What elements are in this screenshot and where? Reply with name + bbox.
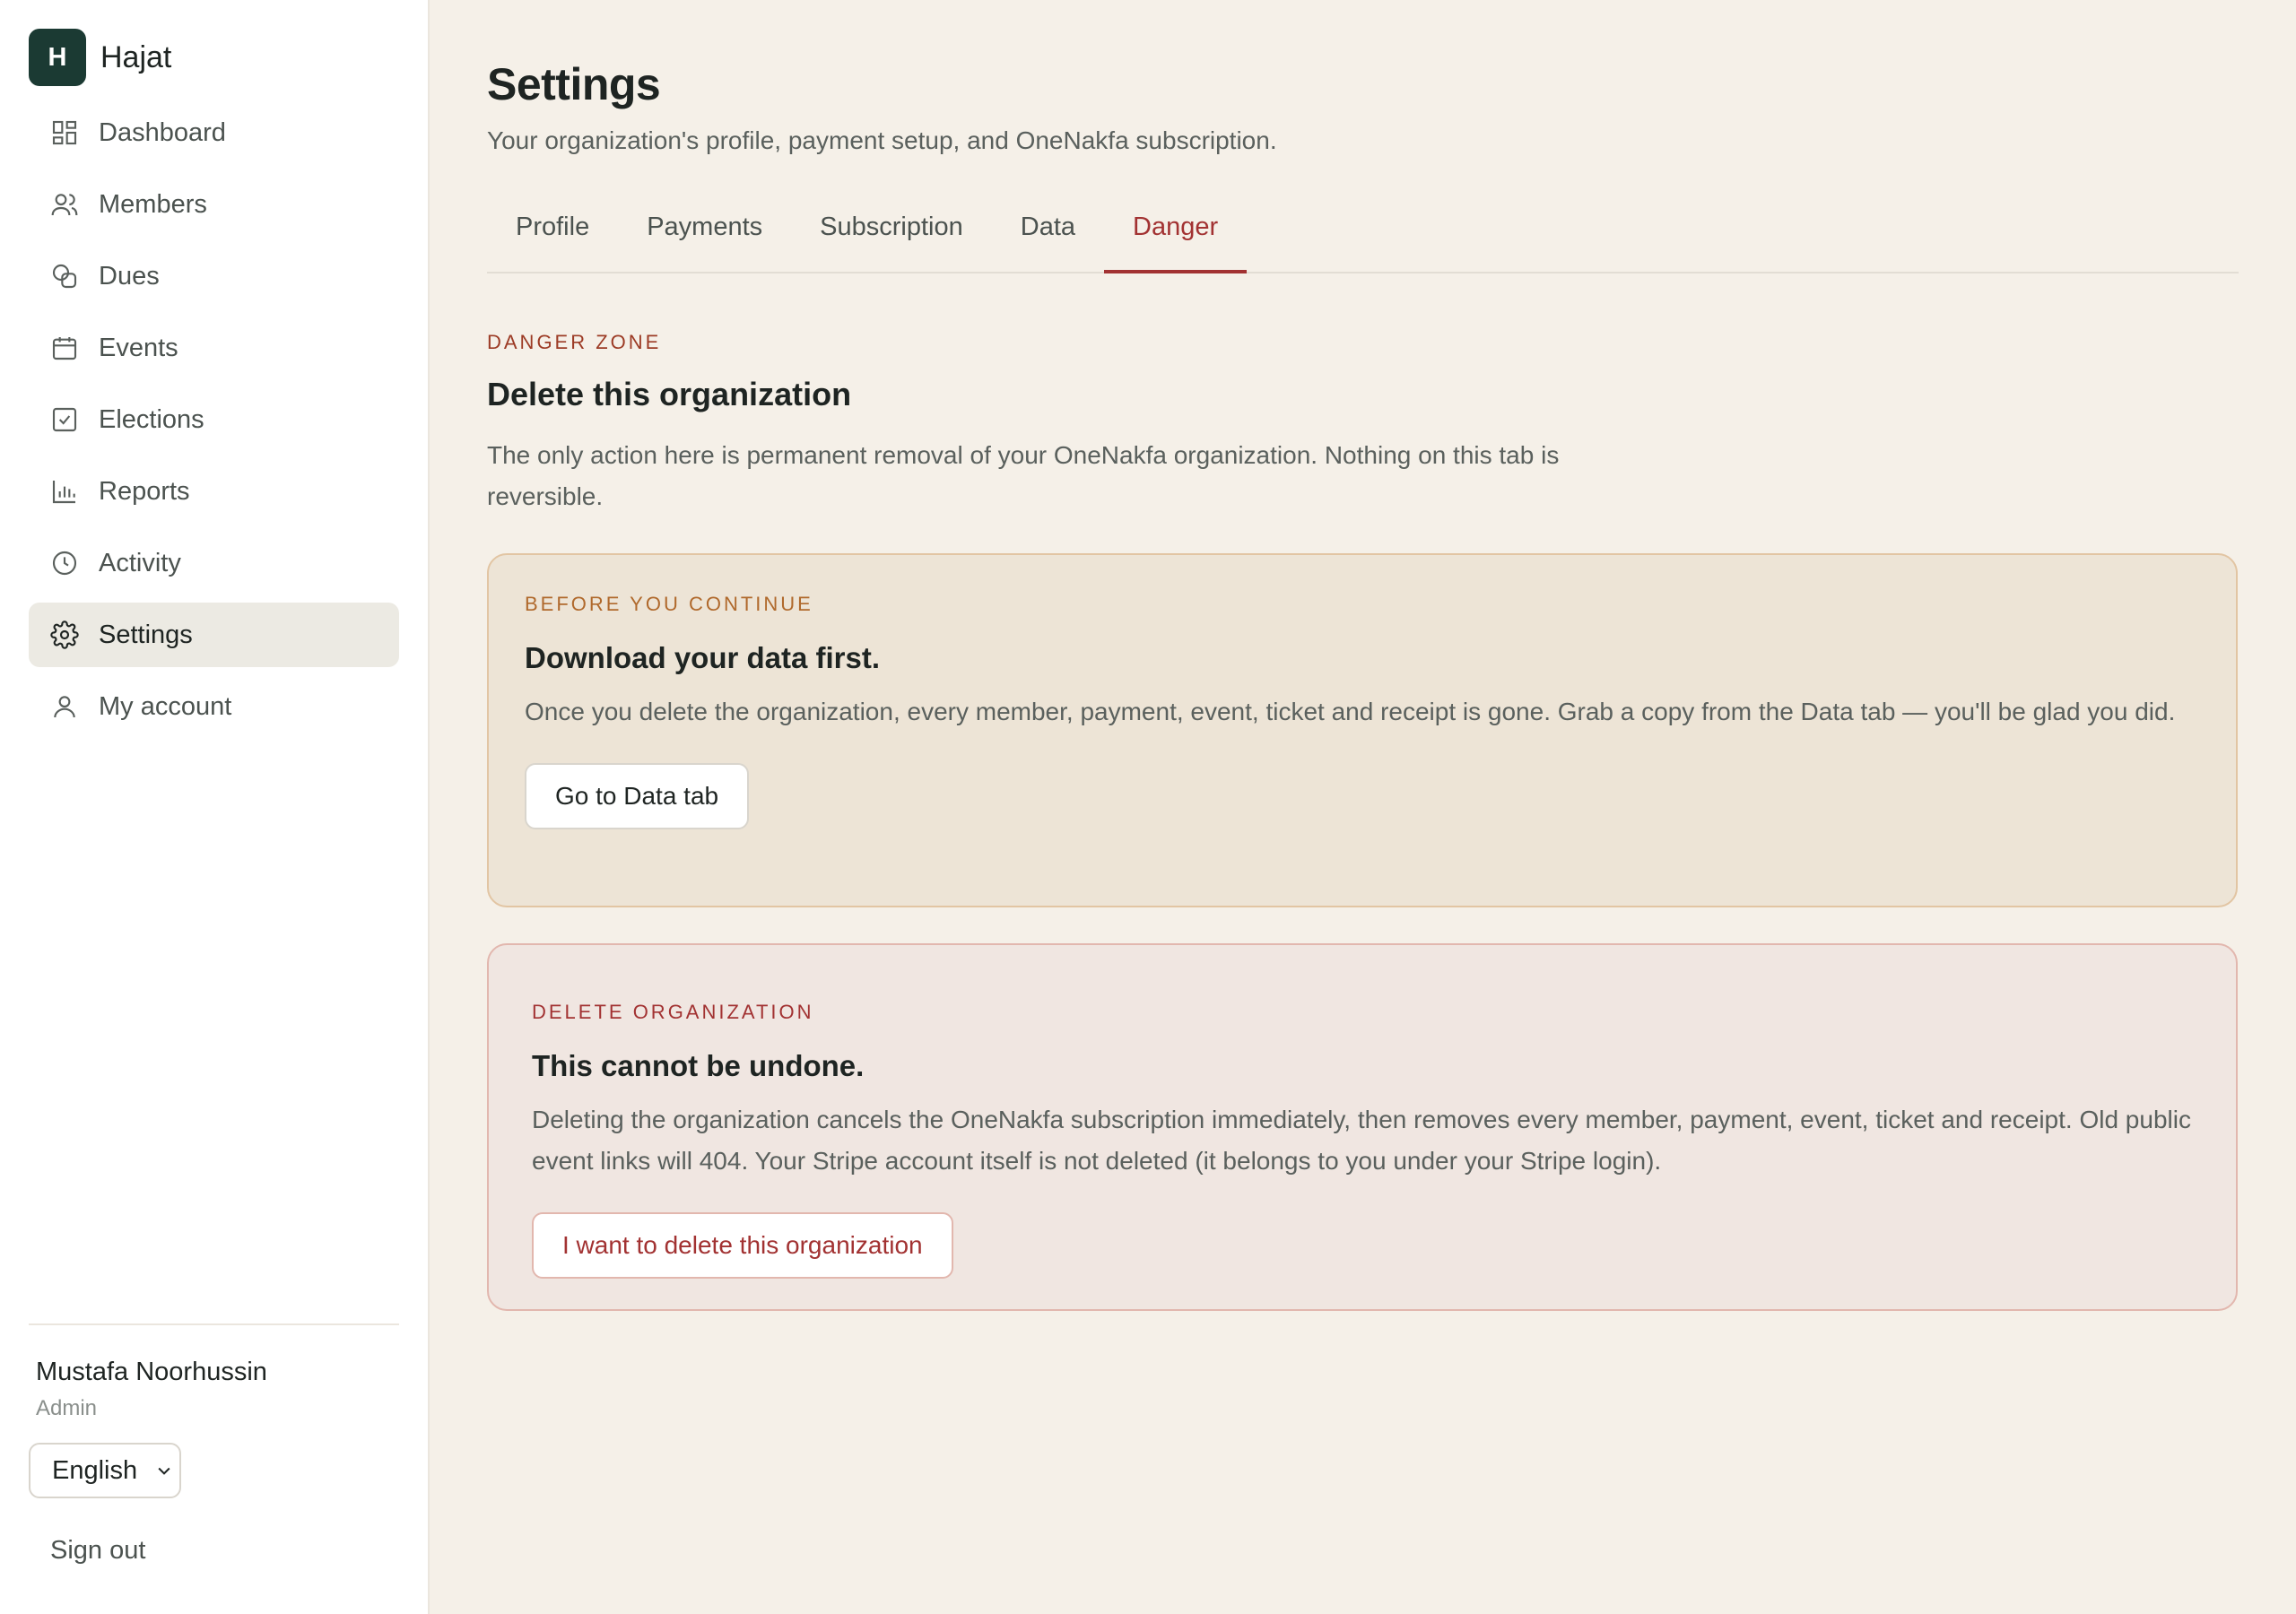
brand[interactable]: H Hajat: [29, 28, 399, 87]
brand-logo: H: [29, 29, 86, 86]
language-select[interactable]: English: [29, 1443, 181, 1498]
sidebar: H Hajat Dashboard Members Dues Events El…: [0, 0, 430, 1614]
tab-payments[interactable]: Payments: [618, 200, 791, 272]
gear-icon: [50, 620, 79, 649]
card-title: Download your data first.: [525, 641, 881, 674]
sidebar-item-label: Reports: [99, 476, 190, 506]
app-root: H Hajat Dashboard Members Dues Events El…: [0, 0, 2296, 1614]
delete-organization-button[interactable]: I want to delete this organization: [532, 1212, 953, 1279]
dues-icon: [50, 262, 79, 291]
tab-subscription[interactable]: Subscription: [791, 200, 992, 272]
sidebar-item-members[interactable]: Members: [29, 172, 399, 237]
sidebar-item-label: Elections: [99, 404, 204, 434]
sidebar-item-elections[interactable]: Elections: [29, 387, 399, 452]
clock-icon: [50, 549, 79, 577]
user-icon: [50, 692, 79, 721]
language-selected-value: English: [52, 1455, 138, 1485]
page-subtitle: Your organization's profile, payment set…: [487, 126, 1277, 154]
sidebar-footer: Mustafa Noorhussin Admin English Sign ou…: [29, 1323, 399, 1566]
sidebar-nav: Dashboard Members Dues Events Elections …: [29, 100, 399, 739]
brand-name: Hajat: [100, 39, 172, 74]
sidebar-item-label: Dues: [99, 261, 160, 291]
delete-organization-card: DELETE ORGANIZATION This cannot be undon…: [487, 943, 2238, 1311]
card-eyebrow: BEFORE YOU CONTINUE: [525, 593, 813, 615]
dashboard-icon: [50, 118, 79, 147]
go-to-data-tab-button[interactable]: Go to Data tab: [525, 763, 750, 829]
sidebar-item-dashboard[interactable]: Dashboard: [29, 100, 399, 165]
checkbox-icon: [50, 405, 79, 434]
card-description: Deleting the organization cancels the On…: [532, 1106, 2191, 1175]
sidebar-item-activity[interactable]: Activity: [29, 531, 399, 595]
danger-zone-description: The only action here is permanent remova…: [487, 441, 1560, 510]
sidebar-item-my-account[interactable]: My account: [29, 674, 399, 739]
user-role: Admin: [36, 1396, 98, 1420]
user-name: Mustafa Noorhussin: [36, 1358, 267, 1386]
sidebar-item-settings[interactable]: Settings: [29, 603, 399, 667]
tab-data[interactable]: Data: [992, 200, 1104, 272]
sidebar-item-label: Activity: [99, 548, 181, 577]
sidebar-item-dues[interactable]: Dues: [29, 244, 399, 308]
bar-chart-icon: [50, 477, 79, 506]
sidebar-item-label: Members: [99, 189, 207, 219]
tab-danger[interactable]: Danger: [1104, 200, 1248, 273]
sidebar-item-label: Settings: [99, 620, 193, 649]
sidebar-item-label: My account: [99, 691, 232, 721]
members-icon: [50, 190, 79, 219]
calendar-icon: [50, 334, 79, 362]
settings-tabs: Profile Payments Subscription Data Dange…: [487, 200, 2239, 273]
card-description: Once you delete the organization, every …: [525, 698, 2176, 725]
sidebar-item-label: Events: [99, 333, 178, 362]
danger-zone-eyebrow: DANGER ZONE: [487, 331, 662, 353]
main-content: Settings Your organization's profile, pa…: [430, 0, 2296, 1614]
chevron-down-icon: [155, 1462, 173, 1480]
page-title: Settings: [487, 59, 661, 109]
danger-zone-heading: Delete this organization: [487, 376, 852, 412]
card-eyebrow: DELETE ORGANIZATION: [532, 1001, 814, 1023]
before-you-continue-card: BEFORE YOU CONTINUE Download your data f…: [487, 553, 2238, 907]
sidebar-item-reports[interactable]: Reports: [29, 459, 399, 524]
sign-out-link[interactable]: Sign out: [50, 1536, 399, 1566]
sidebar-item-label: Dashboard: [99, 117, 226, 147]
card-title: This cannot be undone.: [532, 1049, 865, 1082]
sidebar-item-events[interactable]: Events: [29, 316, 399, 380]
tab-profile[interactable]: Profile: [487, 200, 618, 272]
